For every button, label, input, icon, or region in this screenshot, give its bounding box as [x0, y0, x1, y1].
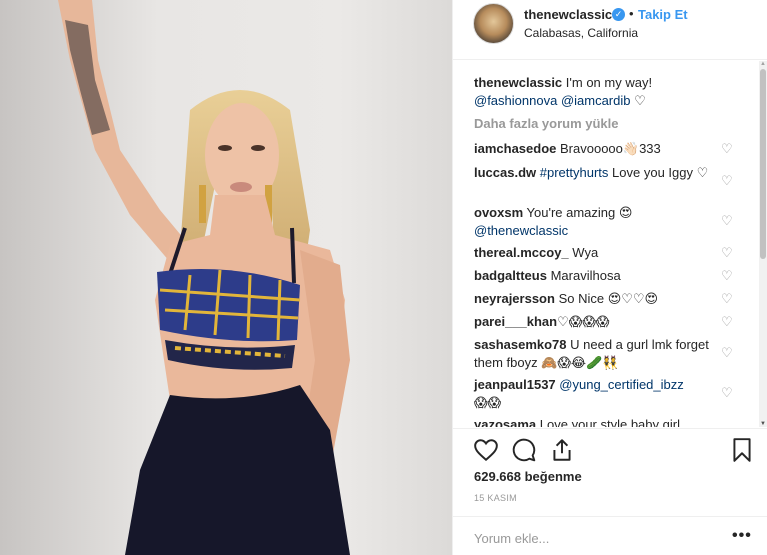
- comment-text: 😱😱: [474, 395, 502, 410]
- comment-like-heart-icon[interactable]: ♡: [721, 246, 735, 260]
- caption-mention-iamcardib[interactable]: @iamcardib: [561, 93, 631, 108]
- verified-badge-icon: ✓: [612, 8, 625, 21]
- caption-mention-fashionnova[interactable]: @fashionnova: [474, 93, 557, 108]
- comment-username[interactable]: parei___khan: [474, 314, 557, 329]
- comment-like-heart-icon[interactable]: ♡: [721, 142, 735, 156]
- comment-like-heart-icon[interactable]: ♡: [721, 346, 735, 360]
- comment-text: ♡😱😱😱: [557, 314, 610, 329]
- comment-text: You're amazing 😍: [526, 205, 633, 220]
- load-more-comments-button[interactable]: Daha fazla yorum yükle: [474, 116, 619, 131]
- heart-icon[interactable]: [473, 437, 499, 463]
- action-bar: [453, 428, 767, 468]
- comment-like-heart-icon[interactable]: ♡: [721, 174, 735, 188]
- scroll-up-arrow-icon[interactable]: ▲: [760, 61, 766, 67]
- comment-like-heart-icon[interactable]: ♡: [721, 269, 735, 283]
- comment-text: Bravooooo👋🏻333: [560, 141, 661, 156]
- comment-icon[interactable]: [511, 437, 537, 463]
- comment-mention[interactable]: @thenewclassic: [474, 223, 568, 238]
- comment-like-heart-icon[interactable]: ♡: [721, 292, 735, 306]
- comment-username[interactable]: sashasemko78: [474, 337, 567, 352]
- scrollbar-thumb[interactable]: [760, 69, 766, 259]
- comments-list[interactable]: thenewclassic I'm on my way! @fashionnov…: [453, 61, 767, 427]
- caption: thenewclassic I'm on my way! @fashionnov…: [474, 74, 734, 110]
- caption-heart-emoji: ♡: [634, 93, 646, 108]
- comment-like-heart-icon[interactable]: ♡: [721, 386, 735, 400]
- comment-row: thereal.mccoy_ Wya: [474, 244, 710, 262]
- comment-text: Love you Iggy ♡: [612, 165, 709, 180]
- comment-text: So Nice 😍♡♡😍: [558, 291, 659, 306]
- comment-row: badgaltteus Maravilhosa: [474, 267, 710, 285]
- comment-username[interactable]: iamchasedoe: [474, 141, 556, 156]
- post-date: 15 KASIM: [474, 493, 517, 503]
- add-comment-input[interactable]: Yorum ekle...: [474, 531, 549, 546]
- photo-illustration: [0, 0, 452, 555]
- comment-text: Love your style baby girl: [539, 417, 680, 427]
- comment-row: sashasemko78 U need a gurl lmk forget th…: [474, 336, 710, 372]
- comment-text: Maravilhosa: [550, 268, 621, 283]
- scroll-down-arrow-icon[interactable]: ▼: [760, 421, 766, 427]
- comment-text: Wya: [572, 245, 599, 260]
- user-avatar[interactable]: [473, 3, 514, 44]
- post-header: thenewclassic ✓ • Takip Et Calabasas, Ca…: [453, 0, 767, 60]
- comment-row: yazosama Love your style baby girl: [474, 416, 710, 427]
- separator-dot: •: [629, 6, 634, 21]
- comment-row: neyrajersson So Nice 😍♡♡😍: [474, 290, 710, 308]
- location-link[interactable]: Calabasas, California: [524, 26, 638, 40]
- follow-button[interactable]: Takip Et: [638, 7, 688, 22]
- comment-row: jeanpaul1537 @yung_certified_ibzz 😱😱: [474, 376, 710, 412]
- comment-username[interactable]: yazosama: [474, 417, 536, 427]
- post-details-panel: thenewclassic ✓ • Takip Et Calabasas, Ca…: [452, 0, 767, 555]
- comment-like-heart-icon[interactable]: ♡: [721, 315, 735, 329]
- caption-username[interactable]: thenewclassic: [474, 75, 562, 90]
- comment-username[interactable]: ovoxsm: [474, 205, 523, 220]
- comment-like-heart-icon[interactable]: ♡: [721, 214, 735, 228]
- comment-mention[interactable]: @yung_certified_ibzz: [559, 377, 683, 392]
- likes-count[interactable]: 629.668 beğenme: [474, 469, 582, 484]
- comment-row: iamchasedoe Bravooooo👋🏻333: [474, 140, 710, 158]
- bookmark-icon[interactable]: [729, 437, 755, 463]
- comment-row: parei___khan♡😱😱😱: [474, 313, 710, 331]
- comment-row: luccas.dw #prettyhurts Love you Iggy ♡: [474, 164, 710, 182]
- caption-text: I'm on my way!: [565, 75, 653, 90]
- comment-username[interactable]: luccas.dw: [474, 165, 536, 180]
- post-photo[interactable]: [0, 0, 452, 555]
- share-icon[interactable]: [549, 437, 575, 463]
- add-comment-bar: Yorum ekle... •••: [453, 516, 767, 555]
- header-username[interactable]: thenewclassic: [524, 7, 612, 22]
- comment-username[interactable]: neyrajersson: [474, 291, 555, 306]
- comment-hashtag[interactable]: #prettyhurts: [540, 165, 609, 180]
- comment-username[interactable]: thereal.mccoy_: [474, 245, 569, 260]
- comment-row: ovoxsm You're amazing 😍 @thenewclassic: [474, 204, 710, 240]
- comment-username[interactable]: badgaltteus: [474, 268, 547, 283]
- options-icon[interactable]: •••: [732, 527, 752, 545]
- comment-username[interactable]: jeanpaul1537: [474, 377, 556, 392]
- comments-scrollbar[interactable]: ▲ ▼: [759, 61, 767, 427]
